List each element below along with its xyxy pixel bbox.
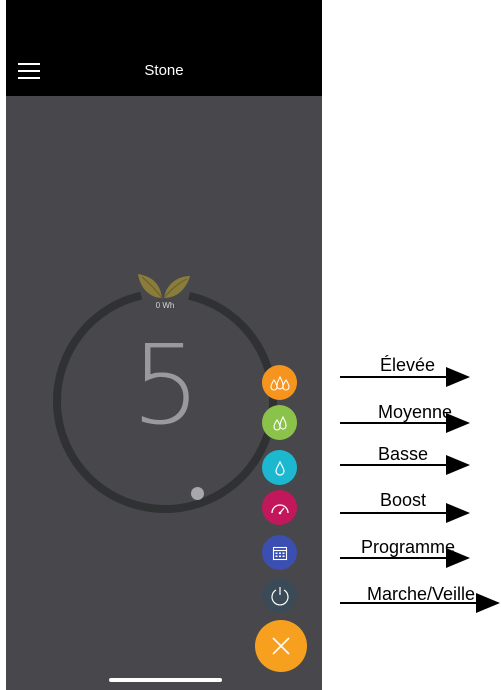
annotation-arrows bbox=[340, 367, 500, 613]
